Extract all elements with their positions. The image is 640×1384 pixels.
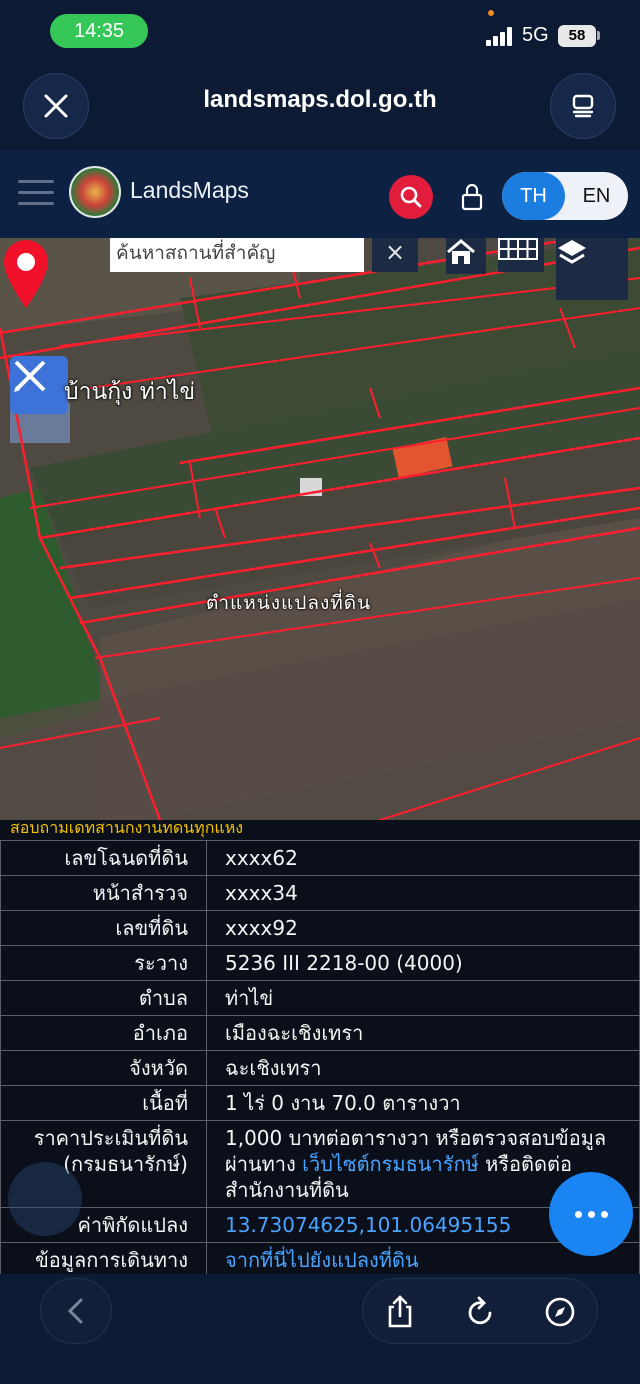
search-icon: [400, 186, 422, 208]
search-button[interactable]: [389, 175, 433, 219]
price-value-line1: 1,000 บาทต่อตารางวา หรือตรวจสอบข้อมูล: [225, 1126, 607, 1150]
row-value: ฉะเชิงเทรา: [206, 1050, 640, 1086]
close-icon: [44, 94, 68, 118]
url-text[interactable]: landsmaps.dol.go.th: [150, 86, 490, 114]
lang-th-option[interactable]: TH: [502, 172, 565, 220]
map-search-clear-button[interactable]: ×: [372, 238, 418, 272]
directions-link[interactable]: จากที่นี่ไปยังแปลงที่ดิน: [225, 1248, 419, 1272]
parcel-info-table: เลขโฉนดที่ดิน xxxx62 หน้าสำรวจ xxxx34 เลขที่…: [0, 840, 640, 1274]
parcel-info-panel: สอบถามเดทสานกงานทดนทุกแหง เลขโฉนดที่ดิน x…: [0, 820, 640, 1274]
table-row: เลขที่ดิน xxxx92: [0, 910, 640, 946]
satellite-map: [0, 238, 640, 820]
ruler-pencil-icon: [14, 360, 46, 392]
map-grid-button[interactable]: [498, 238, 544, 272]
network-type: 5G: [522, 24, 549, 46]
browser-bottom-bar: [0, 1274, 640, 1384]
grid-icon: [498, 238, 538, 260]
marker-label: ตำแหน่งแปลงที่ดิน: [206, 592, 372, 614]
row-value: xxxx92: [206, 910, 640, 946]
reader-icon: [572, 94, 594, 118]
row-value: 5236 III 2218-00 (4000): [206, 945, 640, 981]
status-time: 14:35: [50, 14, 148, 48]
row-key: ข้อมูลการเดินทาง: [0, 1242, 207, 1274]
compass-icon: [545, 1297, 575, 1327]
lock-button[interactable]: [458, 182, 486, 212]
row-value: 1 ไร่ 0 งาน 70.0 ตารางวา: [206, 1085, 640, 1121]
share-icon: [388, 1295, 412, 1328]
lock-icon: [461, 183, 483, 211]
browser-screen: { "status": { "time": "14:35", "network"…: [0, 0, 640, 1384]
coordinates-link[interactable]: 13.73074625,101.06495155: [225, 1213, 511, 1237]
row-key: หน้าสำรวจ: [0, 875, 207, 911]
back-button[interactable]: [40, 1278, 112, 1344]
row-key: อำเภอ: [0, 1015, 207, 1051]
brand-name: LandsMaps: [130, 177, 249, 203]
location-pin-icon[interactable]: [0, 238, 52, 310]
status-bar: 14:35 5G 58: [0, 0, 640, 64]
lang-en-option[interactable]: EN: [565, 172, 628, 220]
table-row: ตำบล ท่าไข่: [0, 980, 640, 1016]
row-key: เลขที่ดิน: [0, 910, 207, 946]
app-header: LandsMaps TH EN: [0, 150, 640, 238]
chevron-left-icon: [67, 1298, 83, 1324]
row-key: ตำบล: [0, 980, 207, 1016]
battery-tip: [597, 31, 600, 40]
price-value-line2: ผ่านทาง เว็บไซต์กรมธนารักษ์ หรือติดต่อ: [225, 1151, 639, 1177]
compass-button[interactable]: [539, 1291, 581, 1333]
row-value: ท่าไข่: [206, 980, 640, 1016]
dol-logo: [69, 166, 121, 218]
row-value: เมืองฉะเชิงเทรา: [206, 1015, 640, 1051]
reload-button[interactable]: [459, 1291, 501, 1333]
map-view[interactable]: ค้นหาสถานที่สำคัญ × บ้านกุ้ง ท่าไข่ ตำแห…: [0, 238, 640, 820]
battery-icon: 58: [558, 25, 596, 47]
price-key-line1: ราคาประเมินที่ดิน: [33, 1126, 188, 1150]
language-switch: TH EN: [502, 172, 628, 220]
more-options-button[interactable]: [549, 1172, 633, 1256]
home-icon: [447, 239, 475, 264]
layers-icon: [558, 240, 586, 264]
table-row-coords: ค่าพิกัดแปลง 13.73074625,101.06495155: [0, 1207, 640, 1243]
row-key: เลขโฉนดที่ดิน: [0, 840, 207, 876]
table-row: เลขโฉนดที่ดิน xxxx62: [0, 840, 640, 876]
reader-mode-button[interactable]: [550, 73, 616, 139]
row-key: เนื้อที่: [0, 1085, 207, 1121]
map-home-button[interactable]: [446, 238, 486, 274]
map-place-label: บ้านกุ้ง ท่าไข่: [64, 379, 196, 405]
table-row: ระวาง 5236 III 2218-00 (4000): [0, 945, 640, 981]
row-value: xxxx34: [206, 875, 640, 911]
table-row: หน้าสำรวจ xxxx34: [0, 875, 640, 911]
menu-icon[interactable]: [18, 180, 54, 206]
table-row: เนื้อที่ 1 ไร่ 0 งาน 70.0 ตารางวา: [0, 1085, 640, 1121]
map-search-input[interactable]: ค้นหาสถานที่สำคัญ: [110, 238, 364, 272]
table-row-travel: ข้อมูลการเดินทาง จากที่นี่ไปยังแปลงที่ดิน: [0, 1242, 640, 1274]
share-button[interactable]: [379, 1291, 421, 1333]
table-row-price: ราคาประเมินที่ดิน (กรมธนารักษ์) 1,000 บาทต…: [0, 1120, 640, 1208]
reload-icon: [468, 1296, 492, 1325]
map-layers-button[interactable]: [556, 238, 628, 300]
price-value-prefix: ผ่านทาง: [225, 1152, 303, 1176]
table-row: อำเภอ เมืองฉะเชิงเทรา: [0, 1015, 640, 1051]
table-row: จังหวัด ฉะเชิงเทรา: [0, 1050, 640, 1086]
info-header-text: สอบถามเดทสานกงานทดนทุกแหง: [10, 820, 244, 837]
browser-url-bar: landsmaps.dol.go.th: [0, 64, 640, 150]
info-ghost-button: [8, 1162, 82, 1236]
map-draw-tool-button[interactable]: [10, 356, 68, 414]
privacy-indicator-dot: [488, 10, 494, 16]
row-key: จังหวัด: [0, 1050, 207, 1086]
price-value-suffix: หรือติดต่อ: [478, 1152, 573, 1176]
browser-tools: [362, 1278, 598, 1344]
treasury-website-link[interactable]: เว็บไซต์กรมธนารักษ์: [302, 1152, 479, 1176]
row-value: xxxx62: [206, 840, 640, 876]
signal-icon: [486, 26, 512, 46]
row-key: ระวาง: [0, 945, 207, 981]
close-tab-button[interactable]: [23, 73, 89, 139]
